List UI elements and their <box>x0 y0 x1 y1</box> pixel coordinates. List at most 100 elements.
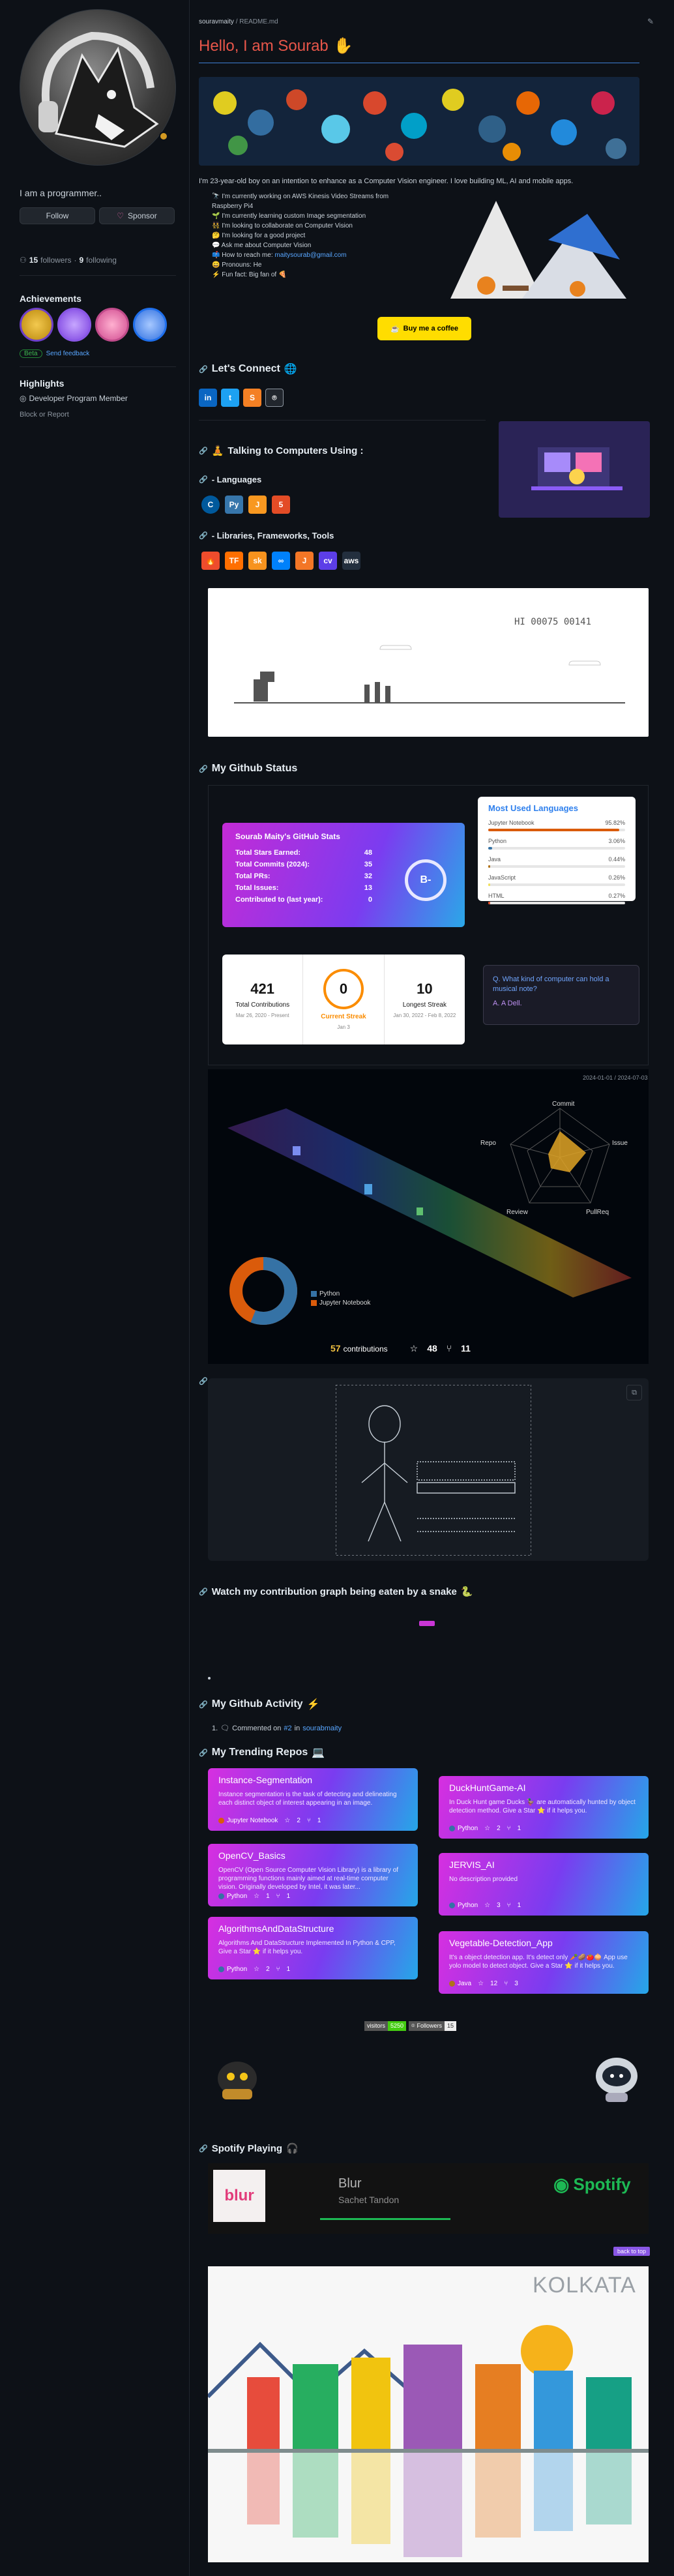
anchor-link-icon[interactable]: 🔗 <box>199 1749 208 1757</box>
language-bar <box>488 829 625 831</box>
language-bar-fill <box>488 883 491 886</box>
activity-repo-link[interactable]: sourabmaity <box>302 1725 342 1732</box>
joke-question: Q. What kind of computer can hold a musi… <box>493 975 609 993</box>
spotify-card[interactable]: blur Blur Sachet Tandon ◉ Spotify <box>208 2163 649 2234</box>
repo-language: Python <box>218 1893 247 1900</box>
activity-issue-link[interactable]: #2 <box>284 1725 291 1732</box>
linkedin-icon[interactable]: in <box>199 389 217 407</box>
following-label[interactable]: following <box>86 256 117 265</box>
activity-in: in <box>294 1724 300 1732</box>
back-to-top-button[interactable]: back to top <box>613 2247 651 2256</box>
repo-card[interactable]: Vegetable-Detection_App It's a object det… <box>439 1931 649 1994</box>
sponsor-button[interactable]: ♡ Sponsor <box>99 207 175 224</box>
achievement-badge[interactable] <box>133 308 167 342</box>
followers-label[interactable]: followers <box>40 256 71 265</box>
follow-button[interactable]: Follow <box>20 207 95 224</box>
repo-card[interactable]: OpenCV_Basics OpenCV (Open Source Compute… <box>208 1844 418 1906</box>
languages-list: Jupyter Notebook 95.82% Python 3.06% Java 0.4… <box>488 820 625 904</box>
anchor-link-icon[interactable]: 🔗 <box>199 475 208 484</box>
lets-connect-heading: 🔗 Let's Connect 🌐 <box>199 363 297 376</box>
fork-icon: ⑂ <box>276 1893 280 1900</box>
highlight-item: ◎ Developer Program Member <box>20 394 128 403</box>
repo-stars: 2 <box>297 1817 300 1824</box>
repo-name[interactable]: DuckHuntGame-AI <box>449 1783 638 1793</box>
current-streak: 0 Current Streak Jan 3 <box>303 955 385 1044</box>
album-text: blur <box>224 2187 254 2204</box>
fork-icon: ⑂ <box>506 1825 511 1832</box>
language-row: Python 3.06% <box>488 838 625 850</box>
laptop-icon: 💻 <box>312 1747 325 1758</box>
grade-text: B- <box>420 874 432 885</box>
repo-name[interactable]: Instance-Segmentation <box>218 1775 407 1785</box>
tensorflow-icon: TF <box>225 552 243 570</box>
anchor-link-icon[interactable]: 🔗 <box>199 1700 208 1709</box>
aws-icon: aws <box>342 552 360 570</box>
github-icon: ⌾ <box>411 2022 415 2029</box>
headphones-icon: 🎧 <box>286 2143 299 2154</box>
stats-label: Total PRs: <box>235 872 271 880</box>
email-link[interactable]: maitysourab@gmail.com <box>274 252 346 259</box>
repo-language: Python <box>218 1966 247 1973</box>
opencv-icon: cv <box>319 552 337 570</box>
contributions-label: contributions <box>343 1344 388 1354</box>
current-label: Current Streak <box>321 1013 366 1020</box>
connect-title: Let's Connect <box>211 363 280 374</box>
followers-count[interactable]: 15 <box>29 256 38 265</box>
trending-heading: 🔗 My Trending Repos 💻 <box>199 1746 325 1759</box>
block-report-link[interactable]: Block or Report <box>20 411 69 419</box>
edit-pencil-icon[interactable]: ✎ <box>647 17 654 26</box>
visitors-badge-label: visitors <box>364 2021 388 2031</box>
about-item: 💬 Ask me about Computer Vision <box>212 242 312 249</box>
repo-name[interactable]: JERVIS_AI <box>449 1859 638 1870</box>
wolf-headphones-art <box>38 31 159 148</box>
avatar[interactable] <box>20 9 176 166</box>
breadcrumb-user[interactable]: souravmaity <box>199 18 234 25</box>
meta-icon: ∞ <box>272 552 290 570</box>
anchor-link-icon[interactable]: 🔗 <box>199 447 208 455</box>
status-indicator[interactable] <box>159 132 168 141</box>
send-feedback-link[interactable]: Send feedback <box>46 350 90 357</box>
buy-me-a-coffee-button[interactable]: ☕ Buy me a coffee <box>377 317 471 340</box>
repo-meta: Jupyter Notebook ☆ 2 ⑂ 1 <box>218 1817 321 1824</box>
star-icon: ☆ <box>284 1817 291 1824</box>
achievement-badge[interactable] <box>57 308 91 342</box>
developer-program-icon: ◎ <box>20 394 27 403</box>
stackoverflow-icon[interactable]: S <box>243 389 261 407</box>
repo-description: Instance segmentation is the task of det… <box>218 1791 397 1807</box>
mountain-illustration <box>450 201 626 299</box>
achievement-badge[interactable] <box>95 308 129 342</box>
longest-range: Jan 30, 2022 - Feb 8, 2022 <box>393 1013 456 1018</box>
star-icon: ☆ <box>484 1902 491 1909</box>
repo-forks: 1 <box>286 1966 291 1973</box>
stats-row: Total Commits (2024): 35 <box>235 861 372 868</box>
repo-language: Python <box>449 1825 478 1832</box>
radar-label-commit: Commit <box>552 1101 575 1108</box>
coffee-cup-icon: ☕ <box>390 325 400 333</box>
achievement-badge[interactable] <box>20 308 53 342</box>
anchor-link-icon[interactable]: 🔗 <box>199 531 208 540</box>
repo-name[interactable]: OpenCV_Basics <box>218 1850 407 1861</box>
stats-value: 35 <box>364 861 372 868</box>
repo-name[interactable]: Vegetable-Detection_App <box>449 1938 638 1948</box>
anchor-link-icon[interactable]: 🔗 <box>199 365 208 374</box>
copy-icon[interactable]: ⧉ <box>626 1385 642 1400</box>
anchor-link-icon[interactable]: 🔗 <box>199 2144 208 2153</box>
repo-card[interactable]: AlgorithmsAndDataStructure Algorithms And… <box>208 1917 418 1979</box>
repo-name[interactable]: AlgorithmsAndDataStructure <box>218 1923 407 1934</box>
anchor-link-icon[interactable]: 🔗 <box>199 765 208 773</box>
streak-card: 421 Total Contributions Mar 26, 2020 - P… <box>222 955 465 1044</box>
anchor-link-icon[interactable]: 🔗 <box>199 1377 208 1385</box>
github-icon[interactable]: ⌾ <box>265 389 284 407</box>
repo-card[interactable]: JERVIS_AI No description provided Python ☆ 3… <box>439 1853 649 1916</box>
anchor-link-icon[interactable]: 🔗 <box>199 1588 208 1596</box>
repo-card[interactable]: DuckHuntGame-AI In Duck Hunt game Ducks 🦆… <box>439 1776 649 1839</box>
repo-card[interactable]: Instance-Segmentation Instance segmentati… <box>208 1768 418 1831</box>
repo-stars: 3 <box>497 1902 501 1909</box>
spotify-title: Spotify Playing <box>211 2142 283 2154</box>
following-count[interactable]: 9 <box>79 256 83 265</box>
repo-meta: Python ☆ 2 ⑂ 1 <box>218 1966 290 1973</box>
followers-badge[interactable]: ⌾ Followers <box>409 2021 445 2031</box>
song-title: Blur <box>338 2176 362 2191</box>
language-color-dot <box>449 1980 455 1987</box>
twitter-icon[interactable]: t <box>221 389 239 407</box>
